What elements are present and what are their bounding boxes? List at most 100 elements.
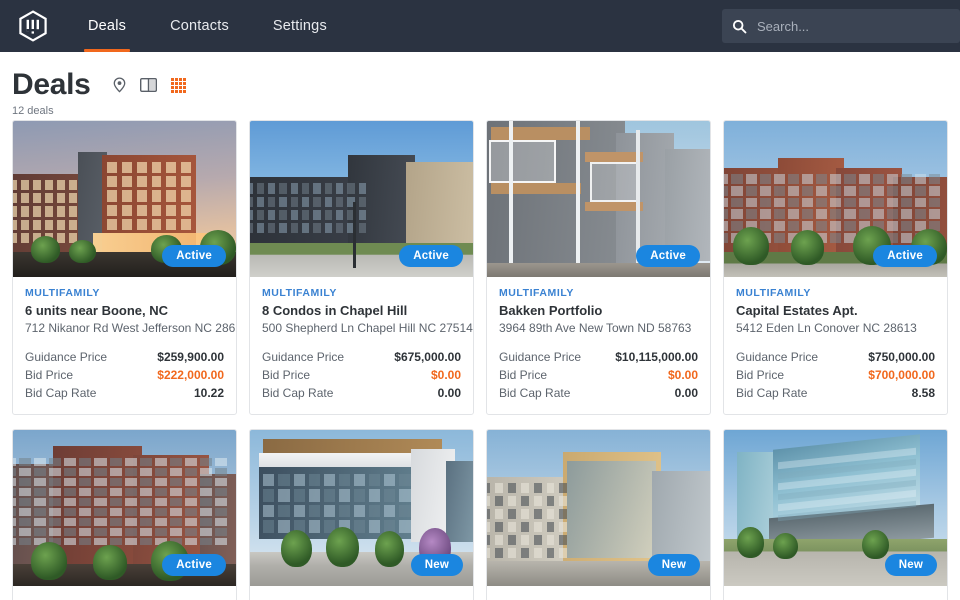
deal-name: 8 Condos in Chapel Hill <box>262 303 408 318</box>
nav-tab-deals[interactable]: Deals <box>66 0 148 52</box>
deal-type: MULTIFAMILY <box>736 287 811 299</box>
title-block: Deals 12 deals <box>12 68 91 117</box>
deal-name: Capital Estates Apt. <box>736 303 858 318</box>
hexagon-logo-icon <box>19 9 47 42</box>
bid-price-value: $0.00 <box>667 368 698 382</box>
grid-view-toggle[interactable] <box>170 77 186 93</box>
deal-image: Active <box>724 121 947 277</box>
guidance-price-value: $750,000.00 <box>868 350 935 364</box>
deal-details: MULTIFAMILY 6 units near Boone, NC 712 N… <box>13 277 236 414</box>
deal-card[interactable]: New <box>723 429 948 600</box>
bid-price-label: Bid Price <box>25 368 74 382</box>
bid-cap-rate-label: Bid Cap Rate <box>736 386 808 400</box>
deal-address: 500 Shepherd Ln Chapel Hill NC 27514 <box>262 321 473 335</box>
bid-cap-rate-row: Bid Cap Rate 0.00 <box>499 384 698 402</box>
deal-name: Bakken Portfolio <box>499 303 603 318</box>
main-nav-tabs: Deals Contacts Settings <box>66 0 349 52</box>
bid-price-value: $222,000.00 <box>157 368 224 382</box>
guidance-price-row: Guidance Price $10,115,000.00 <box>499 348 698 366</box>
nav-tab-settings-label: Settings <box>272 18 327 34</box>
deal-details: MULTIFAMILY 8 Condos in Chapel Hill 500 … <box>250 277 473 414</box>
bid-price-row: Bid Price $0.00 <box>499 366 698 384</box>
bid-cap-rate-label: Bid Cap Rate <box>25 386 97 400</box>
status-badge: Active <box>162 554 226 576</box>
guidance-price-row: Guidance Price $750,000.00 <box>736 348 935 366</box>
bid-cap-rate-row: Bid Cap Rate 0.00 <box>262 384 461 402</box>
deal-details <box>487 586 710 600</box>
guidance-price-value: $675,000.00 <box>394 350 461 364</box>
guidance-price-label: Guidance Price <box>736 350 819 364</box>
guidance-price-value: $10,115,000.00 <box>615 350 698 364</box>
bid-price-value: $700,000.00 <box>868 368 935 382</box>
deal-details: MULTIFAMILY Bakken Portfolio 3964 89th A… <box>487 277 710 414</box>
grid-icon <box>170 77 186 93</box>
nav-tab-deals-label: Deals <box>88 18 127 34</box>
deal-address: 3964 89th Ave New Town ND 58763 <box>499 321 692 335</box>
bid-price-label: Bid Price <box>499 368 548 382</box>
guidance-price-row: Guidance Price $675,000.00 <box>262 348 461 366</box>
map-pin-icon <box>113 77 125 93</box>
bid-cap-rate-value: 0.00 <box>674 386 698 400</box>
bid-cap-rate-label: Bid Cap Rate <box>262 386 334 400</box>
app-logo[interactable] <box>0 9 66 43</box>
columns-icon <box>139 78 157 92</box>
guidance-price-label: Guidance Price <box>499 350 582 364</box>
deal-details <box>724 586 947 600</box>
deal-address: 712 Nikanor Rd West Jefferson NC 28694 <box>25 321 237 335</box>
bid-price-label: Bid Price <box>736 368 785 382</box>
deal-card[interactable]: New <box>249 429 474 600</box>
deal-image: Active <box>13 121 236 277</box>
deal-name: 6 units near Boone, NC <box>25 303 169 318</box>
deal-card[interactable]: Active MULTIFAMILY 8 Condos in Chapel Hi… <box>249 120 474 415</box>
deal-card[interactable]: Active MULTIFAMILY Bakken Portfolio 3964… <box>486 120 711 415</box>
bid-cap-rate-value: 8.58 <box>911 386 935 400</box>
bid-cap-rate-row: Bid Cap Rate 10.22 <box>25 384 224 402</box>
bid-cap-rate-row: Bid Cap Rate 8.58 <box>736 384 935 402</box>
status-badge: Active <box>162 245 226 267</box>
deal-details: MULTIFAMILY Capital Estates Apt. 5412 Ed… <box>724 277 947 414</box>
view-toggle-group <box>113 77 186 93</box>
bid-cap-rate-label: Bid Cap Rate <box>499 386 571 400</box>
nav-tab-contacts[interactable]: Contacts <box>148 0 251 52</box>
bid-cap-rate-value: 0.00 <box>437 386 461 400</box>
bid-price-row: Bid Price $0.00 <box>262 366 461 384</box>
search-input[interactable]: Search... <box>722 9 960 43</box>
deal-type: MULTIFAMILY <box>262 287 337 299</box>
nav-tab-contacts-label: Contacts <box>170 18 229 34</box>
split-view-toggle[interactable] <box>139 78 157 92</box>
deal-image: Active <box>487 121 710 277</box>
page-header: Deals 12 deals <box>0 52 960 120</box>
page-title: Deals <box>12 68 91 101</box>
deal-type: MULTIFAMILY <box>499 287 574 299</box>
status-badge: New <box>884 554 937 576</box>
nav-tab-settings[interactable]: Settings <box>251 0 349 52</box>
status-badge: Active <box>399 245 463 267</box>
status-badge: New <box>647 554 700 576</box>
bid-price-row: Bid Price $222,000.00 <box>25 366 224 384</box>
deal-card[interactable]: Active MULTIFAMILY Capital Estates Apt. … <box>723 120 948 415</box>
deal-image: Active <box>13 430 236 586</box>
deal-card[interactable]: Active MULTIFAMILY 6 units near Boone, N… <box>12 120 237 415</box>
deal-image: New <box>250 430 473 586</box>
deal-image: Active <box>250 121 473 277</box>
status-badge: New <box>410 554 463 576</box>
top-navigation-bar: Deals Contacts Settings Search... <box>0 0 960 52</box>
status-badge: Active <box>636 245 700 267</box>
deal-details <box>13 586 236 600</box>
deal-card[interactable]: Active <box>12 429 237 600</box>
deal-card-grid-row-1: Active MULTIFAMILY 6 units near Boone, N… <box>0 120 960 415</box>
guidance-price-label: Guidance Price <box>25 350 108 364</box>
bid-price-label: Bid Price <box>262 368 311 382</box>
deal-image: New <box>724 430 947 586</box>
deal-card[interactable]: New <box>486 429 711 600</box>
guidance-price-label: Guidance Price <box>262 350 345 364</box>
guidance-price-row: Guidance Price $259,900.00 <box>25 348 224 366</box>
bid-price-value: $0.00 <box>430 368 461 382</box>
map-view-toggle[interactable] <box>113 77 126 93</box>
deal-address: 5412 Eden Ln Conover NC 28613 <box>736 321 917 335</box>
bid-price-row: Bid Price $700,000.00 <box>736 366 935 384</box>
bid-cap-rate-value: 10.22 <box>193 386 224 400</box>
guidance-price-value: $259,900.00 <box>157 350 224 364</box>
deal-type: MULTIFAMILY <box>25 287 100 299</box>
search-placeholder-text: Search... <box>757 18 810 34</box>
